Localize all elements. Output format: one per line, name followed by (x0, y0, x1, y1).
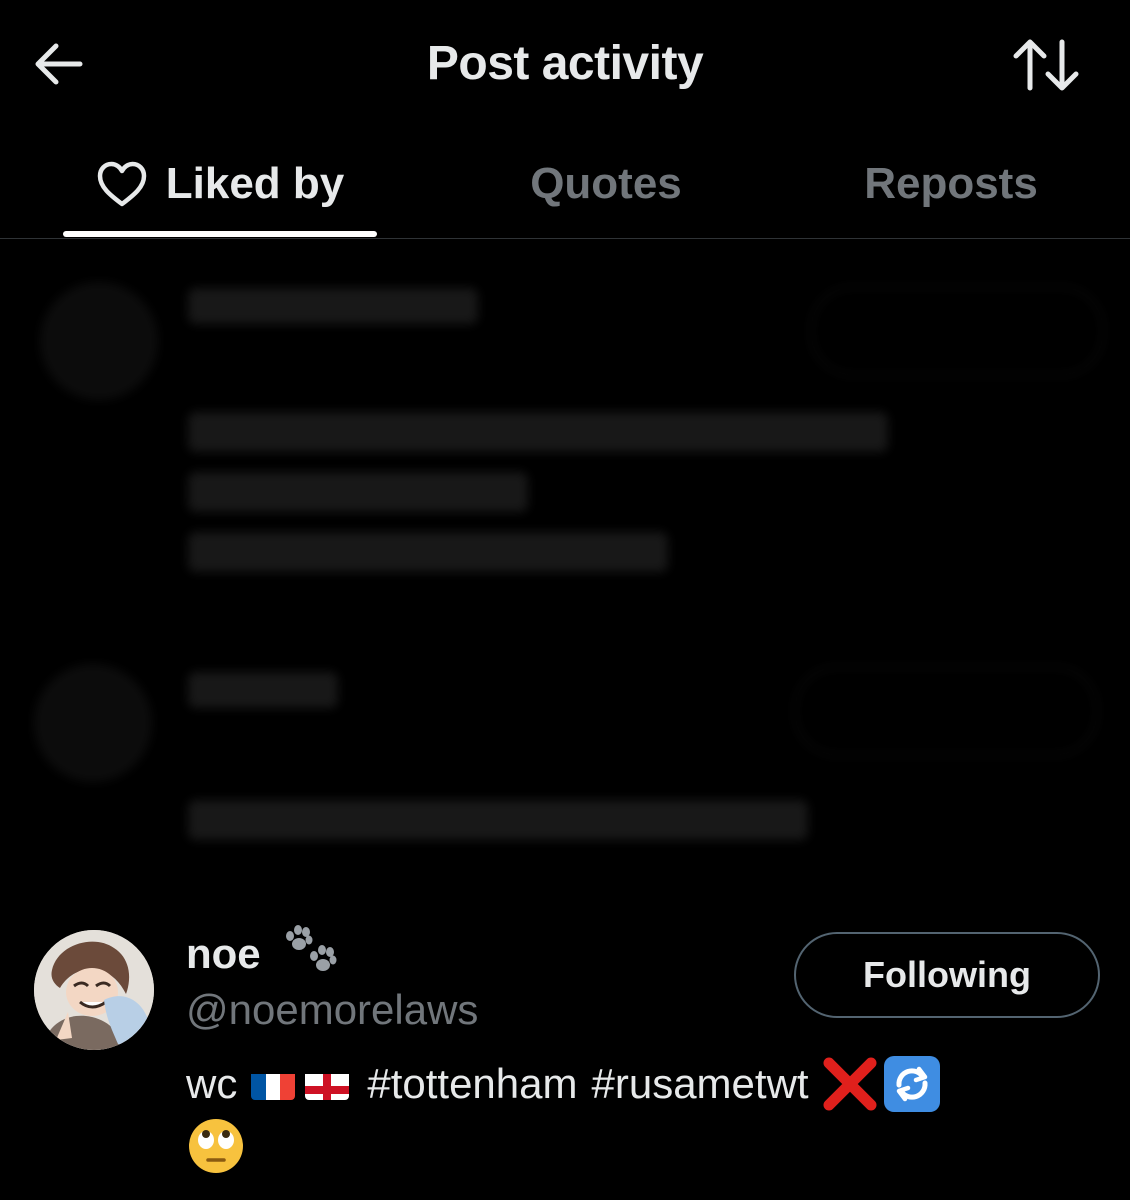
tab-quotes-label: Quotes (530, 159, 682, 208)
display-name[interactable]: noe (186, 930, 261, 978)
hashtag-link[interactable]: #rusametwt (592, 1060, 809, 1108)
active-tab-indicator (63, 231, 377, 237)
top-bar: Post activity (0, 0, 1130, 130)
obscured-bio-line (188, 472, 528, 512)
tab-liked-by[interactable]: Liked by (63, 130, 377, 238)
sort-arrows-icon (1013, 39, 1079, 91)
heart-outline-icon (97, 161, 146, 207)
following-button[interactable]: Following (794, 932, 1100, 1018)
tab-liked-by-label: Liked by (165, 159, 345, 208)
tab-reposts-label: Reposts (864, 159, 1038, 208)
obscured-bio-line (188, 532, 668, 572)
obscured-bio-line (188, 800, 808, 840)
avatar-image (34, 930, 154, 1050)
repeat-arrows-icon (883, 1055, 941, 1113)
obscured-avatar (34, 664, 152, 782)
bio-text: wc (186, 1060, 238, 1107)
user-handle[interactable]: @noemorelaws (186, 986, 478, 1034)
flag-england-icon (305, 1068, 350, 1100)
user-bio: wc #tottenham #rusametwt (186, 1054, 941, 1114)
sort-button[interactable] (1010, 36, 1082, 94)
flag-france-icon (251, 1068, 296, 1100)
obscured-button (794, 666, 1098, 756)
eye-roll-face-icon (186, 1116, 246, 1176)
cross-mark-icon (821, 1055, 879, 1113)
tab-quotes[interactable]: Quotes (470, 130, 742, 238)
obscured-button (810, 286, 1104, 376)
tab-reposts[interactable]: Reposts (820, 130, 1082, 238)
obscured-name (188, 288, 478, 324)
page-title: Post activity (426, 37, 704, 90)
hashtag-link[interactable]: #tottenham (367, 1060, 577, 1108)
obscured-avatar (40, 282, 158, 400)
user-cell[interactable]: noe @noemorelaws Following wc #tottenham… (0, 910, 1130, 1190)
avatar[interactable] (34, 930, 154, 1050)
obscured-name (188, 672, 338, 708)
paw-prints-icon (286, 925, 337, 971)
obscured-user-row (0, 650, 1130, 870)
obscured-user-row (0, 260, 1130, 590)
obscured-bio-line (188, 412, 888, 452)
activity-tabs: Liked by Quotes Reposts (0, 130, 1130, 239)
